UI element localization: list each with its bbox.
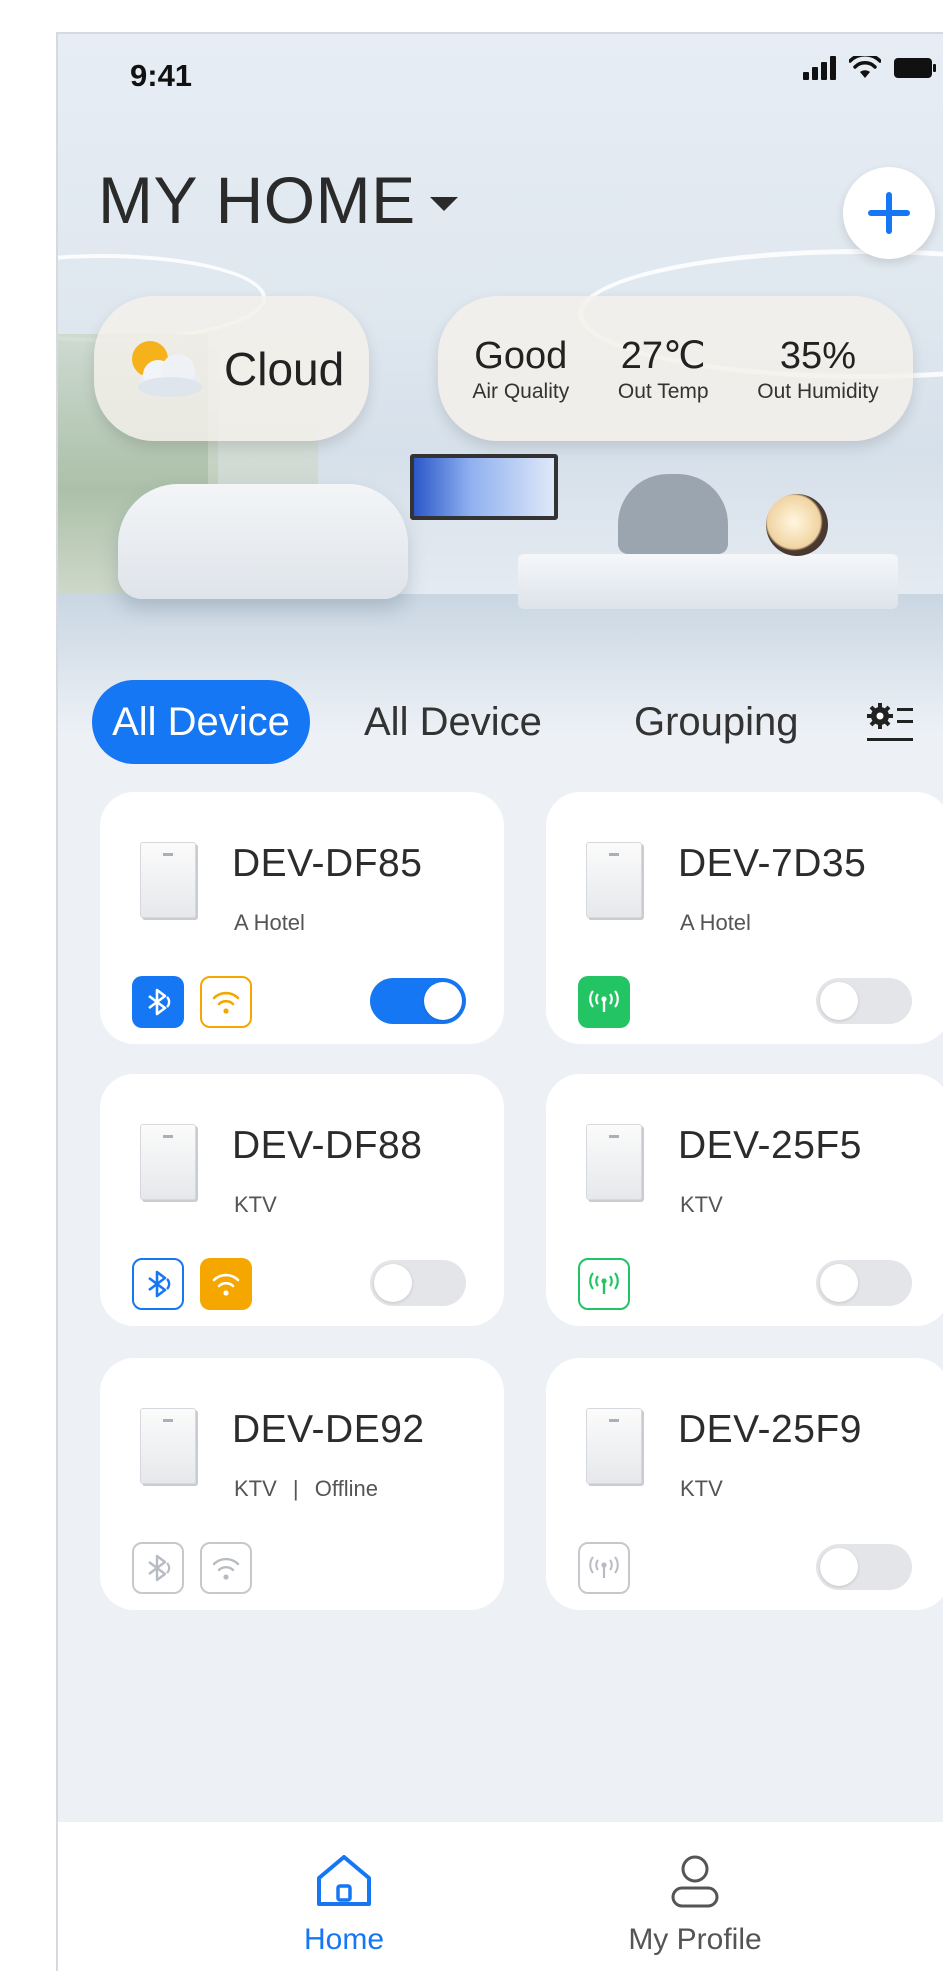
device-location: A Hotel [680,910,751,935]
status-time: 9:41 [130,58,193,93]
device-location: KTV [680,1476,723,1501]
cellular-antenna-icon [578,976,630,1028]
weather-card: Cloud [94,296,369,441]
device-image [586,1408,642,1484]
device-status: Offline [314,1476,378,1501]
nav-item-my-profile[interactable]: My Profile [595,1852,795,1957]
device-card[interactable]: DEV-25F5 KTV [546,1074,943,1326]
system-icons [803,56,937,80]
device-card[interactable]: DEV-DF85 A Hotel [100,792,504,1044]
device-name: DEV-DE92 [232,1408,425,1451]
power-toggle[interactable] [816,978,912,1024]
wifi-status-icon [849,56,881,78]
bottom-nav: Home My Profile [58,1822,943,1971]
power-toggle[interactable] [816,1260,912,1306]
device-location: KTV [680,1192,723,1217]
toggle-knob [374,1264,412,1302]
wifi-icon [200,976,252,1028]
connection-icons [578,1258,630,1310]
device-image [586,1124,642,1200]
separator: | [292,1476,299,1501]
chair-image [618,474,728,554]
device-image [140,842,196,918]
connection-icons [578,1542,630,1594]
device-name: DEV-7D35 [678,842,867,885]
toggle-knob [424,982,462,1020]
weather-condition: Cloud [224,342,345,395]
device-settings-button[interactable] [864,698,916,748]
device-image [586,842,642,918]
out-temp-stat: 27℃ Out Temp [618,334,709,404]
device-image [140,1124,196,1200]
out-humidity-stat: 35% Out Humidity [757,334,878,404]
connection-icons [132,1542,252,1594]
counter-image [518,554,898,609]
nav-label: My Profile [628,1923,762,1956]
tv-image [410,454,558,520]
home-name: MY HOME [98,163,416,237]
power-toggle[interactable] [370,1260,466,1306]
home-selector[interactable]: MY HOME [98,162,458,238]
chevron-down-icon [429,197,458,211]
device-location: KTV [234,1192,277,1217]
battery-icon [894,58,936,78]
stat-label: Out Humidity [757,379,879,403]
device-card[interactable]: DEV-DE92 KTV | Offline [100,1358,504,1610]
device-card[interactable]: DEV-DF88 KTV [100,1074,504,1326]
device-image [140,1408,196,1484]
phone-screen: 9:41 MY HOME Cloud Good Air Quality 27℃ … [56,32,943,1971]
bluetooth-icon [132,1258,184,1310]
stat-value: 27℃ [620,334,706,377]
device-name: DEV-DF85 [232,842,423,885]
device-location: KTV [234,1476,277,1501]
device-tabs: All Device All Device Grouping [92,680,932,764]
nav-label: Home [303,1923,385,1956]
power-toggle[interactable] [370,978,466,1024]
plus-icon [868,192,910,234]
lamp-image [766,494,828,556]
device-name: DEV-DF88 [232,1124,423,1167]
home-icon [317,1855,371,1906]
gear-list-icon [867,703,913,741]
cellular-antenna-icon [578,1258,630,1310]
status-bar: 9:41 [58,34,943,114]
device-card[interactable]: DEV-7D35 A Hotel [546,792,943,1044]
stat-label: Out Temp [617,379,709,403]
bluetooth-icon [132,976,184,1028]
tab-all-device[interactable]: All Device [92,680,310,764]
device-card[interactable]: DEV-25F9 KTV [546,1358,943,1610]
cellular-antenna-icon [578,1542,630,1594]
toggle-knob [820,1264,858,1302]
stat-label: Air Quality [472,379,570,403]
power-toggle[interactable] [816,1544,912,1590]
cloudy-weather-icon [132,340,202,397]
connection-icons [132,976,252,1028]
wifi-icon [200,1258,252,1310]
tab-grouping[interactable]: Grouping [634,680,799,764]
device-location-status: KTV | Offline [234,1476,378,1502]
device-name: DEV-25F9 [678,1408,862,1451]
nav-item-home[interactable]: Home [244,1852,444,1957]
toggle-knob [820,982,858,1020]
sofa-image [118,484,408,599]
device-location: A Hotel [234,910,305,935]
toggle-knob [820,1548,858,1586]
tab-all-device-secondary[interactable]: All Device [364,680,542,764]
add-device-button[interactable] [843,167,935,259]
bluetooth-icon [132,1542,184,1594]
hero-banner: 9:41 MY HOME Cloud Good Air Quality 27℃ … [58,34,943,734]
connection-icons [578,976,630,1028]
stat-value: 35% [779,334,856,377]
signal-icon [803,56,836,80]
profile-icon [671,1855,719,1908]
environment-card: Good Air Quality 27℃ Out Temp 35% Out Hu… [438,296,913,441]
wifi-icon [200,1542,252,1594]
stat-value: Good [474,334,568,377]
connection-icons [132,1258,252,1310]
air-quality-stat: Good Air Quality [472,334,569,404]
device-name: DEV-25F5 [678,1124,862,1167]
